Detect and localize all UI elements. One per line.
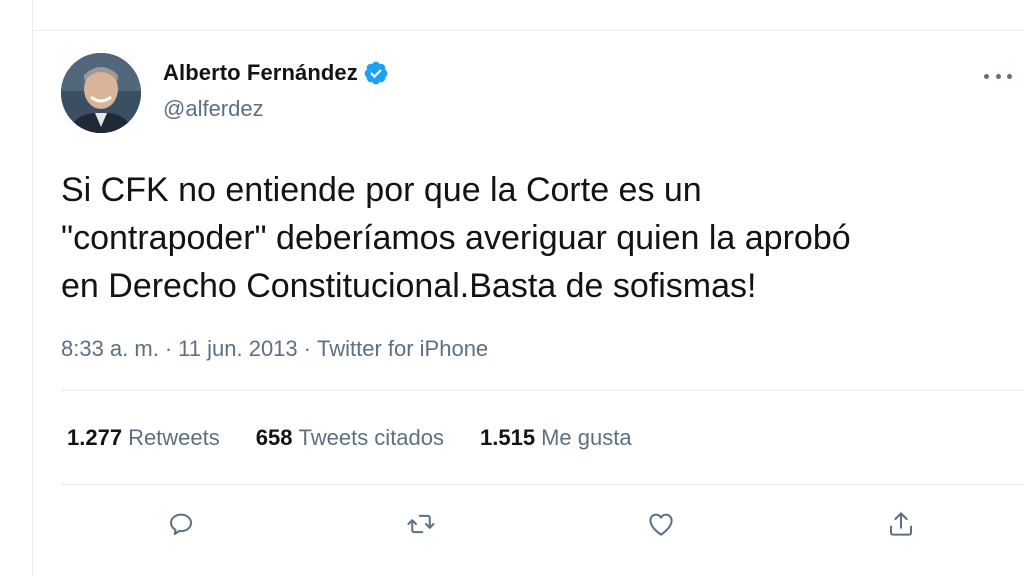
author-display-name[interactable]: Alberto Fernández bbox=[163, 60, 358, 86]
likes-label: Me gusta bbox=[541, 425, 632, 450]
meta-separator: · bbox=[164, 336, 173, 361]
divider bbox=[61, 390, 1024, 391]
divider bbox=[61, 484, 1024, 485]
tweet-stats: 1.277 Retweets 658 Tweets citados 1.515 … bbox=[67, 425, 632, 451]
retweets-label: Retweets bbox=[128, 425, 220, 450]
more-dot bbox=[995, 73, 1001, 79]
quote-tweets-count: 658 bbox=[255, 425, 293, 450]
more-options-icon[interactable] bbox=[982, 66, 1014, 86]
tweet-text-line: Si CFK no entiende por que la Corte es u… bbox=[61, 171, 702, 209]
avatar[interactable] bbox=[61, 53, 141, 133]
retweet-icon[interactable] bbox=[403, 506, 439, 542]
meta-separator: · bbox=[303, 336, 311, 361]
tweet-date[interactable]: 11 jun. 2013 bbox=[178, 336, 297, 362]
heart-icon[interactable] bbox=[643, 506, 679, 542]
retweets-count: 1.277 bbox=[67, 425, 123, 450]
tweet-text: Si CFK no entiende por que la Corte es u… bbox=[61, 166, 1011, 310]
verified-badge-icon bbox=[363, 60, 389, 86]
author-name-row: Alberto Fernández bbox=[163, 60, 389, 86]
tweet-container: Alberto Fernández @alferdez Si CFK no en… bbox=[32, 0, 1024, 576]
quote-tweets-label: Tweets citados bbox=[298, 425, 445, 450]
tweet-meta: 8:33 a. m. · 11 jun. 2013 · Twitter for … bbox=[61, 336, 488, 362]
share-icon[interactable] bbox=[883, 506, 919, 542]
top-divider bbox=[33, 30, 1024, 31]
retweets-stat[interactable]: 1.277 Retweets bbox=[67, 425, 220, 451]
author-handle[interactable]: @alferdez bbox=[163, 96, 264, 122]
tweet-time[interactable]: 8:33 a. m. bbox=[61, 336, 159, 362]
likes-count: 1.515 bbox=[480, 425, 536, 450]
likes-stat[interactable]: 1.515 Me gusta bbox=[480, 425, 632, 451]
tweet-actions bbox=[33, 500, 1024, 550]
quote-tweets-stat[interactable]: 658 Tweets citados bbox=[256, 425, 444, 451]
tweet-text-line: "contrapoder" deberíamos averiguar quien… bbox=[61, 219, 851, 257]
reply-icon[interactable] bbox=[163, 506, 199, 542]
tweet-text-line: en Derecho Constitucional.Basta de sofis… bbox=[61, 267, 757, 305]
avatar-image bbox=[61, 53, 141, 133]
more-dot bbox=[1007, 73, 1012, 79]
tweet-source[interactable]: Twitter for iPhone bbox=[317, 336, 488, 362]
more-dot bbox=[984, 73, 989, 79]
